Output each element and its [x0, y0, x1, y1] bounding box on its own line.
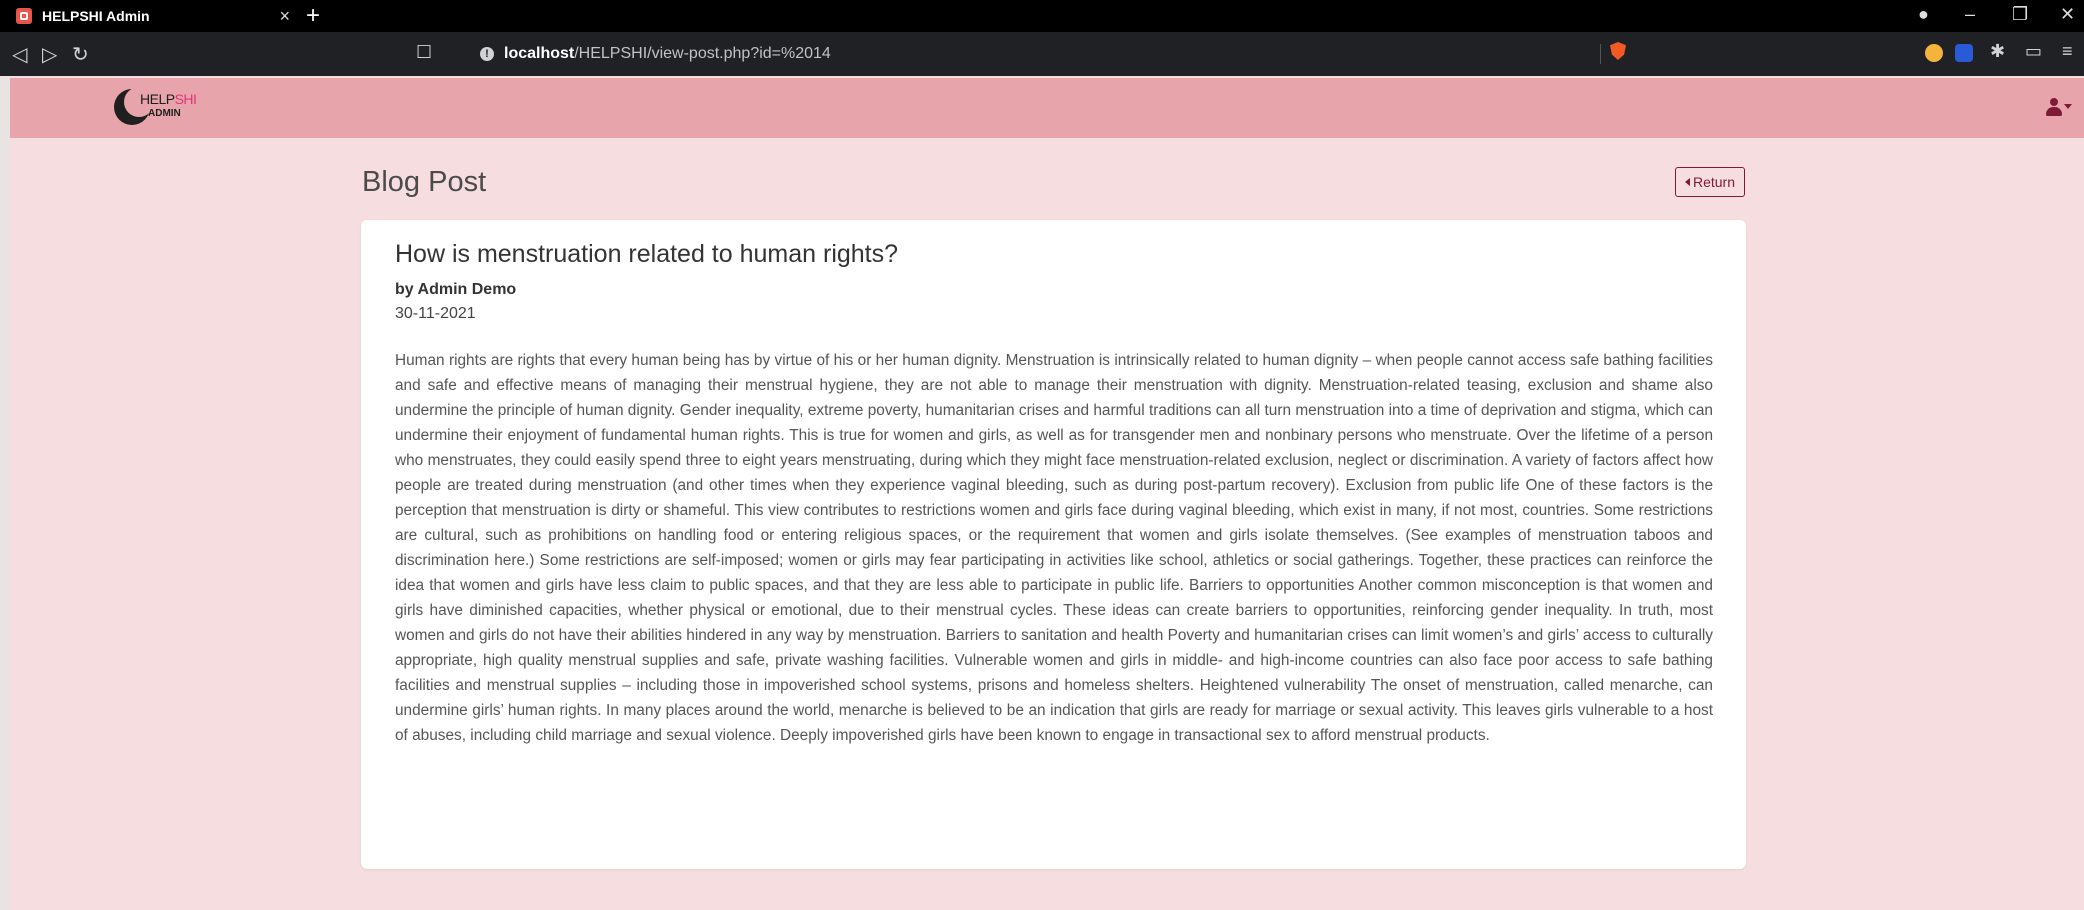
site-info-icon[interactable]: ! — [480, 47, 494, 61]
profile-icon[interactable]: ● — [1918, 4, 1929, 25]
extensions-icon[interactable]: ✱ — [1990, 41, 2005, 62]
bookmark-icon[interactable]: ☐ — [416, 42, 432, 63]
restore-icon[interactable]: ❐ — [2012, 4, 2028, 25]
forward-icon[interactable]: ▷ — [42, 42, 57, 67]
reload-icon[interactable]: ↻ — [72, 42, 89, 67]
menu-icon[interactable]: ≡ — [2062, 41, 2073, 62]
post-author: by Admin Demo — [395, 281, 517, 298]
close-window-icon[interactable]: ✕ — [2060, 4, 2075, 25]
post-date: 30-11-2021 — [395, 305, 476, 322]
url-divider — [1600, 44, 1601, 64]
post-body: Human rights are rights that every human… — [395, 352, 1713, 744]
logo-admin-text: ADMIN — [148, 108, 181, 119]
url-path: /HELPSHI/view-post.php?id=%2014 — [574, 45, 831, 62]
back-icon[interactable]: ◁ — [12, 42, 27, 67]
browser-tab[interactable]: HELPSHI Admin × — [8, 0, 290, 32]
sidebar-icon[interactable]: ▭ — [2025, 41, 2042, 62]
new-tab-button[interactable]: + — [306, 2, 320, 30]
extension-2-icon[interactable] — [1955, 44, 1973, 62]
left-gutter — [0, 78, 10, 910]
url-host: localhost — [504, 45, 575, 62]
tab-title: HELPSHI Admin — [42, 8, 150, 24]
helpshi-logo[interactable]: HELPSHI ADMIN — [112, 87, 197, 129]
address-bar[interactable]: ! localhost /HELPSHI/view-post.php?id=%2… — [460, 39, 1645, 69]
app-navbar — [0, 78, 2084, 138]
post-title: How is menstruation related to human rig… — [395, 240, 899, 268]
post-card: How is menstruation related to human rig… — [361, 220, 1746, 869]
favicon-icon — [16, 8, 32, 24]
page-title: Blog Post — [362, 166, 487, 198]
browser-tab-bar: HELPSHI Admin × + ● – ❐ ✕ — [0, 0, 2084, 32]
extension-1-icon[interactable] — [1925, 44, 1943, 62]
caret-left-icon — [1684, 178, 1690, 186]
browser-toolbar: ◁ ▷ ↻ ☐ ! localhost /HELPSHI/view-post.p… — [0, 32, 2084, 76]
tab-close-icon[interactable]: × — [279, 6, 290, 27]
minimize-icon[interactable]: – — [1965, 4, 1975, 25]
user-menu-icon[interactable] — [2045, 98, 2072, 118]
chevron-down-icon — [2064, 104, 2072, 109]
logo-text: HELPSHI — [140, 91, 197, 107]
return-label: Return — [1692, 174, 1736, 190]
return-button[interactable]: Return — [1675, 167, 1745, 197]
